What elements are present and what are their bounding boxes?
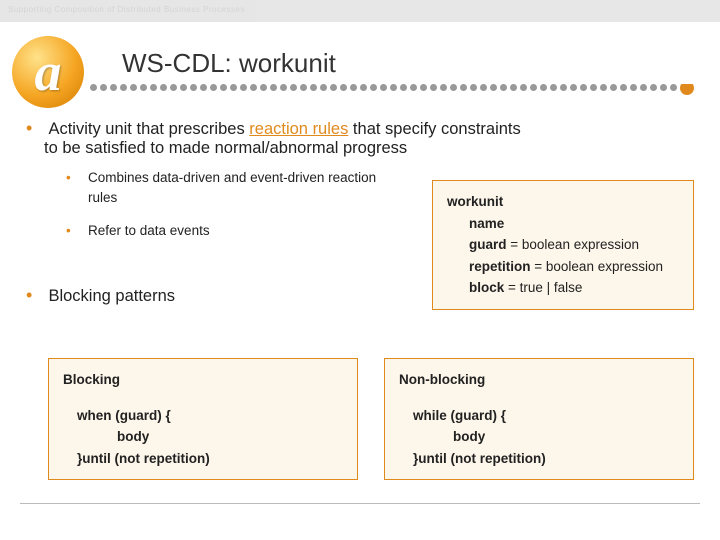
definition-box: workunit name guard = boolean expression… bbox=[432, 180, 694, 310]
nonblocking-box: Non-blocking while (guard) { body }until… bbox=[384, 358, 694, 480]
blocking-title: Blocking bbox=[63, 369, 343, 391]
blocking-line2: body bbox=[117, 426, 343, 448]
def-rep-v: = boolean expression bbox=[531, 259, 663, 274]
def-block-v: = true | false bbox=[504, 280, 582, 295]
blocking-line1: when (guard) { bbox=[77, 405, 343, 427]
def-guard-v: = boolean expression bbox=[507, 237, 639, 252]
divider-dots bbox=[90, 84, 720, 95]
bullet2-text: Blocking patterns bbox=[48, 287, 175, 305]
def-workunit: workunit bbox=[447, 194, 503, 209]
bullet1-prefix: Activity unit that prescribes bbox=[48, 120, 249, 138]
blocking-line3: }until (not repetition) bbox=[77, 448, 343, 470]
nonblocking-line3: }until (not repetition) bbox=[413, 448, 679, 470]
logo-icon: a bbox=[12, 36, 84, 108]
nonblocking-line1: while (guard) { bbox=[413, 405, 679, 427]
blocking-box: Blocking when (guard) { body }until (not… bbox=[48, 358, 358, 480]
slide-title: WS-CDL: workunit bbox=[122, 48, 336, 79]
header-text: Supporting Composition of Distributed Bu… bbox=[8, 5, 245, 14]
logo-block: a bbox=[12, 36, 84, 108]
footer-divider bbox=[20, 503, 700, 504]
nonblocking-line2: body bbox=[453, 426, 679, 448]
bullet1-line2: to be satisfied to made normal/abnormal … bbox=[44, 139, 698, 158]
def-block-k: block bbox=[469, 280, 504, 295]
bullet1-highlight: reaction rules bbox=[249, 120, 348, 138]
patterns-row: Blocking when (guard) { body }until (not… bbox=[48, 358, 694, 480]
sub-bullet-1: Combines data-driven and event-driven re… bbox=[66, 168, 396, 209]
def-rep-k: repetition bbox=[469, 259, 531, 274]
content-area: Activity unit that prescribes reaction r… bbox=[28, 118, 698, 320]
def-guard-k: guard bbox=[469, 237, 507, 252]
bullet1-suffix: that specify constraints bbox=[348, 120, 520, 138]
nonblocking-title: Non-blocking bbox=[399, 369, 679, 391]
header-bar: Supporting Composition of Distributed Bu… bbox=[0, 0, 720, 22]
def-name: name bbox=[469, 216, 504, 231]
